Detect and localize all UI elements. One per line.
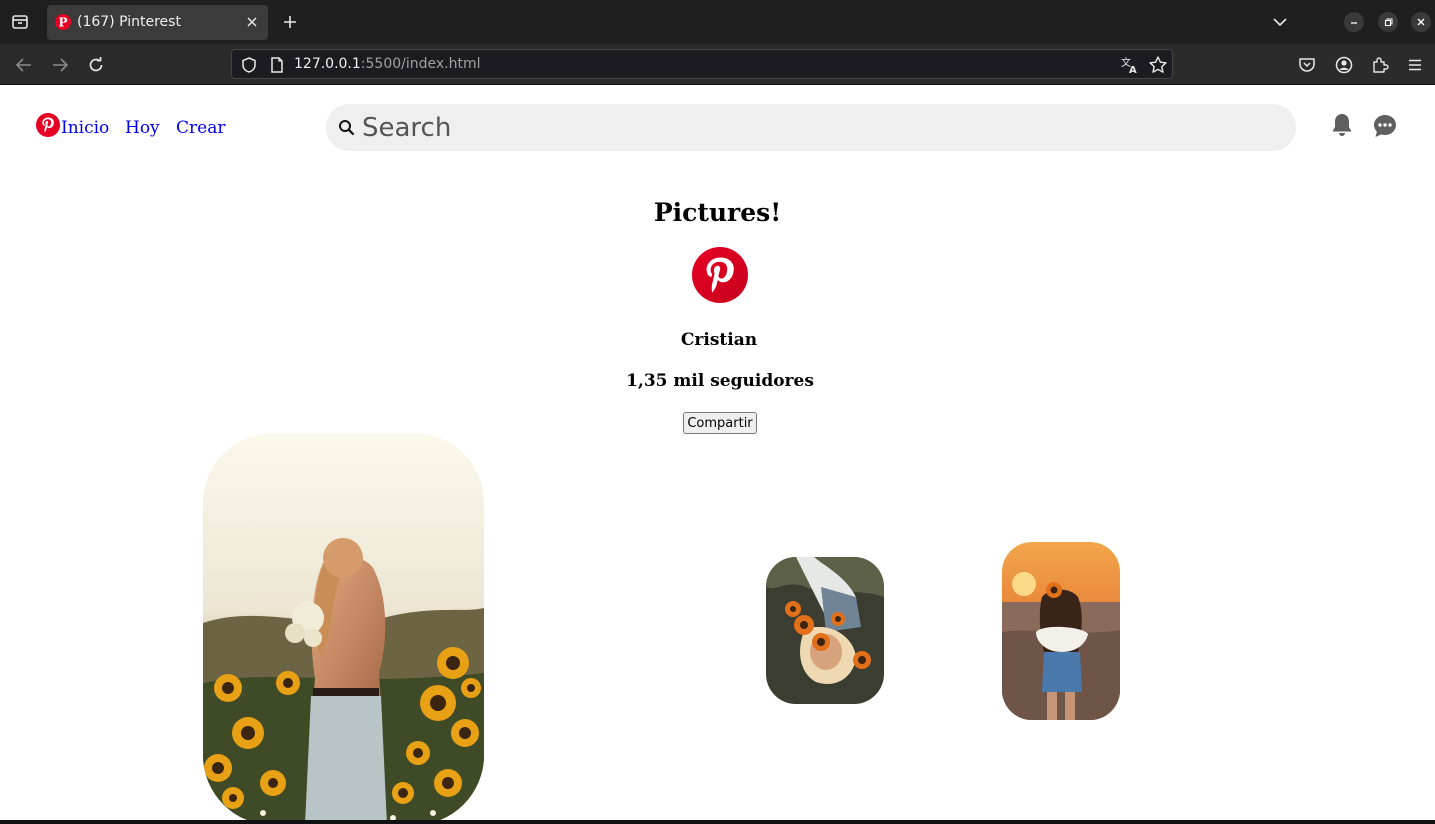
chat-icon[interactable]: [1372, 113, 1398, 139]
nav-link-inicio[interactable]: Inicio: [61, 118, 109, 138]
page-title: Pictures!: [653, 198, 782, 227]
window-close-button[interactable]: [1411, 12, 1431, 32]
nav-link-crear[interactable]: Crear: [176, 118, 225, 138]
browser-nav-bar: 127.0.0.1:5500/index.html 文A: [0, 44, 1435, 85]
browser-tab-bar: P (167) Pinterest: [0, 0, 1435, 44]
pinterest-icon: P: [55, 14, 71, 30]
pinterest-icon[interactable]: [36, 113, 60, 137]
menu-icon[interactable]: [1404, 54, 1426, 76]
forward-icon[interactable]: [49, 54, 71, 76]
close-icon[interactable]: [243, 13, 261, 31]
site-header: Inicio Hoy Crear: [0, 85, 1435, 175]
chevron-down-icon[interactable]: [1270, 12, 1290, 32]
translate-icon[interactable]: 文A: [1120, 55, 1140, 76]
url-host: 127.0.0.1: [294, 56, 361, 72]
star-icon[interactable]: [1148, 55, 1168, 75]
search-bar[interactable]: [326, 104, 1296, 151]
bell-icon[interactable]: [1330, 112, 1354, 138]
svg-text:P: P: [58, 16, 67, 30]
nav-link-hoy[interactable]: Hoy: [125, 118, 160, 138]
extensions-icon[interactable]: [1369, 54, 1391, 76]
pin-image[interactable]: [203, 433, 484, 820]
browser-tab[interactable]: P (167) Pinterest: [47, 5, 268, 40]
pin-image[interactable]: [1002, 542, 1120, 720]
url-path: :5500/index.html: [360, 56, 481, 72]
pinterest-icon: [692, 247, 748, 303]
share-button[interactable]: Compartir: [683, 412, 757, 434]
page-icon[interactable]: [268, 56, 286, 74]
shield-icon[interactable]: [240, 56, 258, 74]
url-text: 127.0.0.1:5500/index.html: [294, 56, 481, 72]
follower-count: 1,35 mil seguidores: [626, 371, 814, 391]
maximize-button[interactable]: [1378, 12, 1398, 32]
tab-title: (167) Pinterest: [77, 14, 181, 30]
reload-icon[interactable]: [85, 54, 107, 76]
profile-name: Cristian: [680, 330, 758, 350]
tab-list-icon[interactable]: [8, 10, 32, 34]
page-bottom-edge: [0, 820, 1435, 824]
minimize-button[interactable]: [1344, 12, 1364, 32]
url-bar[interactable]: 127.0.0.1:5500/index.html 文A: [231, 49, 1173, 79]
back-icon[interactable]: [13, 54, 35, 76]
pin-image[interactable]: [766, 557, 884, 704]
page-viewport: Inicio Hoy Crear Pictures! Cristian 1,35…: [0, 85, 1435, 820]
search-icon: [338, 119, 355, 136]
search-input[interactable]: [362, 111, 1262, 144]
account-icon[interactable]: [1333, 54, 1355, 76]
pocket-icon[interactable]: [1296, 54, 1318, 76]
plus-icon[interactable]: [280, 12, 300, 32]
svg-text:A: A: [1129, 65, 1137, 75]
